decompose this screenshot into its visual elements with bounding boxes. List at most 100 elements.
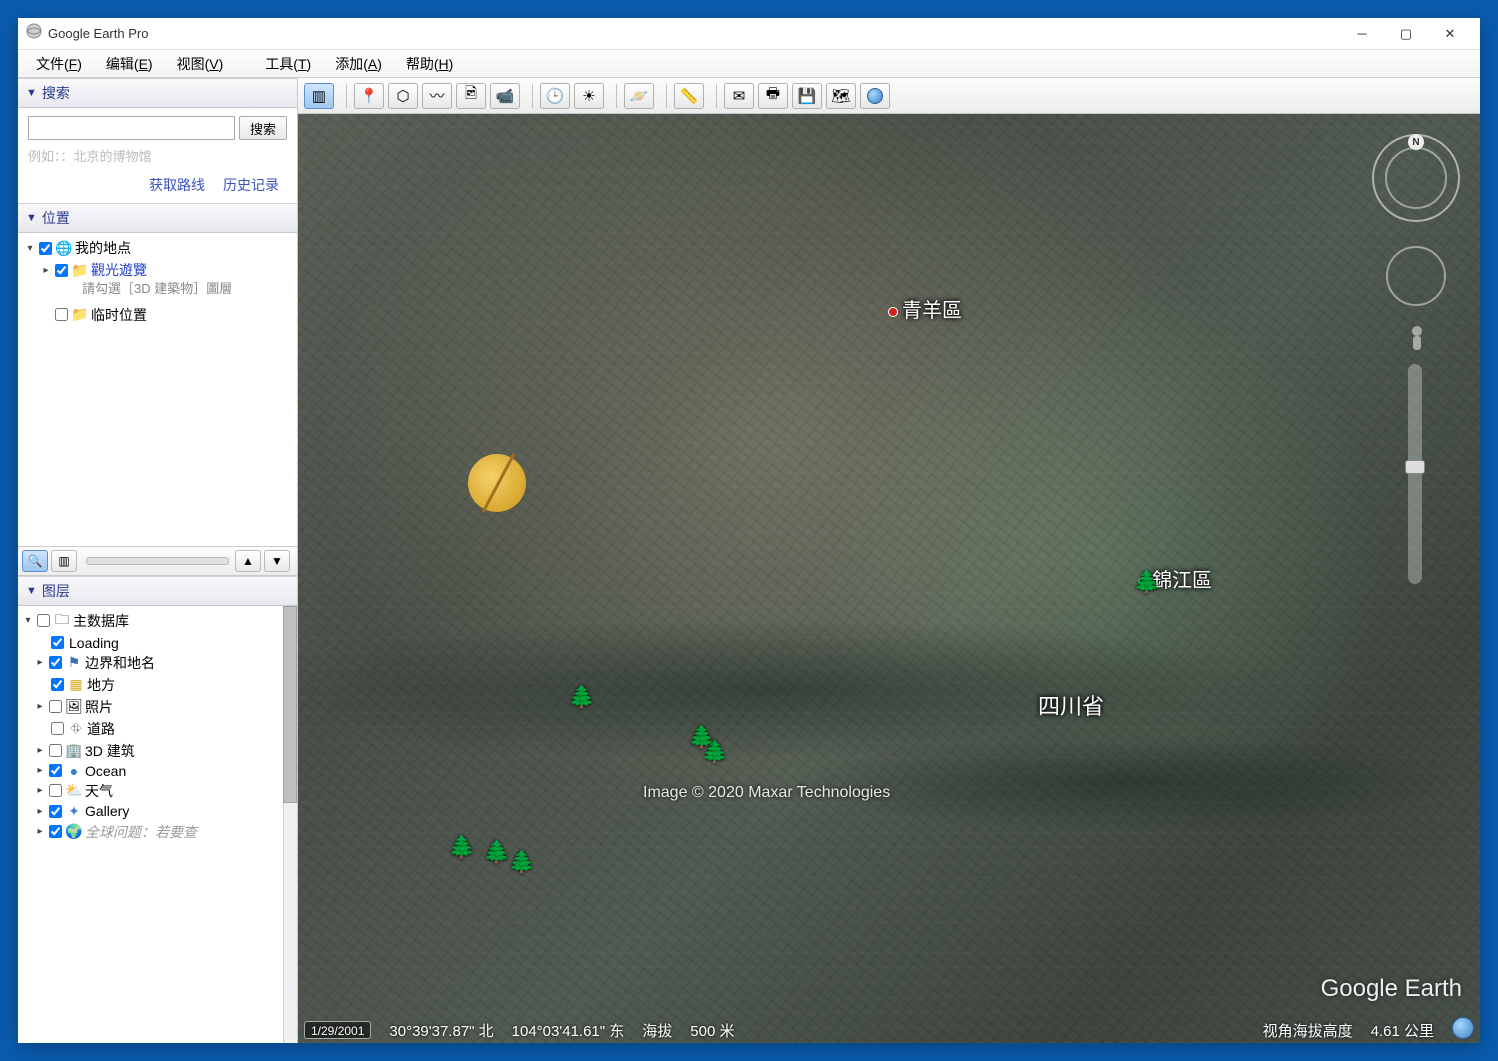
pan-control[interactable] [1386,246,1446,306]
add-image-overlay-button[interactable]: 🖻 [456,83,486,109]
checkbox-primary-db[interactable] [37,614,50,627]
window-close-button[interactable]: ✕ [1428,26,1472,42]
tree-row-my-places[interactable]: ▾ 🌐 我的地点 [24,237,291,259]
tree-row-3d-buildings[interactable]: ▸ 🏢 3D 建筑 [22,740,293,762]
sidebar-toggle-button[interactable]: ▥ [304,83,334,109]
tree-poi-icon[interactable]: 🌲 [448,834,475,860]
tree-row-global-issues[interactable]: ▸ 🌍 全球问题：若要查 [22,821,293,843]
tree-poi-icon[interactable]: 🌲 [508,849,535,875]
save-image-button[interactable]: 💾 [792,83,822,109]
add-path-button[interactable]: 〰 [422,83,452,109]
search-input[interactable] [28,116,235,140]
places-panel-header[interactable]: ▼ 位置 [18,203,297,233]
search-places-button[interactable]: 🔍 [22,550,48,572]
expand-arrow-icon[interactable]: ▸ [34,785,46,796]
move-up-button[interactable]: ▲ [235,550,261,572]
checkbox-roads[interactable] [51,722,64,735]
streetview-pegman[interactable] [1404,324,1430,354]
ruler-button[interactable]: 📏 [674,83,704,109]
map-viewport[interactable]: 青羊區 錦江區 四川省 🌲 🌲 🌲 🌲 🌲 🌲 🌲 Image © 2020 M… [298,114,1480,1043]
tree-poi-icon[interactable]: 🌲 [1133,569,1160,595]
compass-control[interactable]: N [1372,134,1460,222]
expand-arrow-icon[interactable]: ▸ [40,265,52,276]
menu-view[interactable]: 视图(V) [165,50,236,78]
expand-arrow-icon[interactable]: ▸ [34,765,46,776]
move-down-button[interactable]: ▼ [264,550,290,572]
get-directions-link[interactable]: 获取路线 [149,175,205,195]
window-minimize-button[interactable]: ─ [1340,26,1384,41]
menu-tools[interactable]: 工具(T) [253,50,323,78]
opacity-slider[interactable] [86,557,229,565]
tree-row-gallery[interactable]: ▸ ✦ Gallery [22,802,293,821]
tree-row-sightseeing[interactable]: ▸ 📁 觀光遊覽 [24,259,291,281]
checkbox-ocean[interactable] [49,764,62,777]
zoom-slider[interactable] [1408,364,1422,584]
tree-poi-icon[interactable]: 🌲 [568,684,595,710]
planet-button[interactable]: 🪐 [624,83,654,109]
titlebar: Google Earth Pro ─ ▢ ✕ [18,18,1480,50]
panel-view-button[interactable]: ▥ [51,550,77,572]
record-tour-button[interactable]: 📹 [490,83,520,109]
tree-row-roads[interactable]: ⛗ 道路 [22,718,293,740]
stream-progress-icon [1452,1017,1474,1043]
menu-file[interactable]: 文件(F) [24,50,94,78]
zoom-thumb[interactable] [1405,460,1425,474]
view-in-maps-button[interactable]: 🗺 [826,83,856,109]
menu-edit[interactable]: 编辑(E) [94,50,165,78]
checkbox-places-layer[interactable] [51,678,64,691]
compass-north-icon[interactable]: N [1408,134,1424,150]
tree-row-photos[interactable]: ▸ 🖼 照片 [22,696,293,718]
expand-arrow-icon[interactable]: ▾ [24,243,36,254]
checkbox-borders[interactable] [49,656,62,669]
history-link[interactable]: 历史记录 [223,175,279,195]
map-label-qingyang[interactable]: 青羊區 [888,294,962,323]
sunlight-button[interactable]: ☀ [574,83,604,109]
imagery-date[interactable]: 1/29/2001 [304,1021,371,1039]
ocean-icon: ● [65,763,83,779]
expand-arrow-icon[interactable]: ▸ [34,657,46,668]
menu-add[interactable]: 添加(A) [323,50,394,78]
checkbox-sightseeing[interactable] [55,264,68,277]
tree-row-places-layer[interactable]: ▦ 地方 [22,674,293,696]
tree-poi-icon[interactable]: 🌲 [483,839,510,865]
triangle-down-icon: ▼ [26,585,37,597]
tree-row-loading[interactable]: Loading [22,634,293,652]
print-button[interactable]: 🖶 [758,83,788,109]
layers-panel-header[interactable]: ▼ 图层 [18,576,297,606]
tree-row-temp-places[interactable]: 📁 临时位置 [24,304,291,326]
tree-row-primary-db[interactable]: ▾ 🗀 主数据库 [22,608,293,634]
globe-reset-button[interactable] [860,83,890,109]
folder-icon: 📁 [71,306,89,323]
tree-row-borders[interactable]: ▸ ⚑ 边界和地名 [22,652,293,674]
search-button[interactable]: 搜索 [239,116,287,140]
add-polygon-button[interactable]: ⬡ [388,83,418,109]
checkbox-weather[interactable] [49,784,62,797]
checkbox-gallery[interactable] [49,805,62,818]
checkbox-photos[interactable] [49,700,62,713]
expand-arrow-icon[interactable]: ▾ [22,615,34,626]
add-placemark-button[interactable]: 📍 [354,83,384,109]
email-button[interactable]: ✉ [724,83,754,109]
tree-row-weather[interactable]: ▸ ⛅ 天气 [22,780,293,802]
window-maximize-button[interactable]: ▢ [1384,26,1428,42]
expand-arrow-icon[interactable]: ▸ [34,701,46,712]
checkbox-my-places[interactable] [39,242,52,255]
checkbox-global-issues[interactable] [49,825,62,838]
checkbox-loading[interactable] [51,636,64,649]
tree-row-ocean[interactable]: ▸ ● Ocean [22,762,293,780]
historical-imagery-button[interactable]: 🕒 [540,83,570,109]
layers-scrollbar[interactable] [283,606,297,1043]
checkbox-temp-places[interactable] [55,308,68,321]
triangle-down-icon: ▼ [26,87,37,99]
search-panel: 搜索 例如：：北京的博物馆 获取路线 历史记录 [18,108,297,203]
search-panel-header[interactable]: ▼ 搜索 [18,78,297,108]
tree-poi-icon[interactable]: 🌲 [688,724,715,750]
expand-arrow-icon[interactable]: ▸ [34,806,46,817]
expand-arrow-icon[interactable]: ▸ [34,745,46,756]
app-title: Google Earth Pro [48,26,1340,41]
menu-help[interactable]: 帮助(H) [394,50,465,78]
expand-arrow-icon[interactable]: ▸ [34,826,46,837]
photo-icon: 🖼 [65,698,83,715]
checkbox-3d-buildings[interactable] [49,744,62,757]
sun-marker-icon [468,454,526,512]
